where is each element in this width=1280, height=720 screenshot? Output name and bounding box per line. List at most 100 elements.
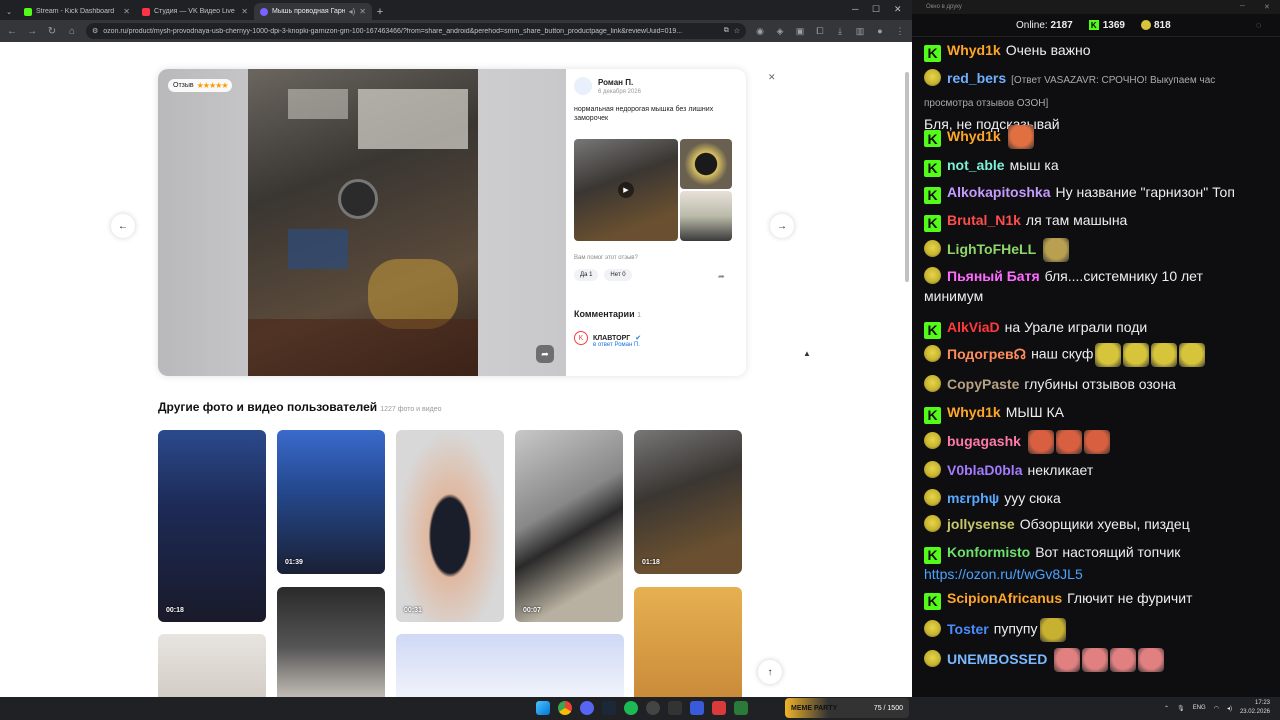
comments-count: 1 xyxy=(637,312,642,319)
meme-party-widget[interactable]: MEME PARTY 75 / 1500 xyxy=(785,698,909,718)
gallery-item[interactable]: 01:39 xyxy=(277,430,385,574)
chat-username[interactable]: Konformisto xyxy=(947,544,1030,560)
gallery-item[interactable]: 00:31 xyxy=(396,430,504,622)
play-icon[interactable]: ▶ xyxy=(618,182,634,198)
chat-username[interactable]: LighToFHeLL xyxy=(947,241,1036,257)
new-tab-icon[interactable]: + xyxy=(372,3,388,20)
minimize-icon[interactable]: ─ xyxy=(1240,3,1245,10)
download-icon[interactable]: ⤓ xyxy=(834,26,846,37)
pepe-badge-icon xyxy=(924,267,941,284)
app-icon[interactable] xyxy=(602,701,616,715)
pepe-badge-icon xyxy=(924,515,941,532)
address-bar[interactable]: ⚙ ozon.ru/product/mysh-provodnaya-usb-ch… xyxy=(86,23,746,39)
next-arrow-icon[interactable]: → xyxy=(770,214,794,238)
chat-settings-icon[interactable]: ◌ xyxy=(1256,20,1261,30)
forward-icon[interactable]: → xyxy=(26,26,38,37)
chat-username[interactable]: Whyd1k xyxy=(947,128,1001,144)
chat-username[interactable]: jollysense xyxy=(947,516,1015,532)
chat-username[interactable]: red_bers xyxy=(947,70,1006,86)
tab-search-icon[interactable]: ⌄ xyxy=(0,3,18,20)
tab-kick[interactable]: Stream - Kick Dashboard ✕ xyxy=(18,3,136,20)
close-tab-icon[interactable]: ✕ xyxy=(359,7,366,16)
tab-ozon[interactable]: Мышь проводная Гарнизон ◂) ✕ xyxy=(254,3,372,20)
language-indicator[interactable]: ENG xyxy=(1193,705,1206,711)
gallery-item[interactable]: 00:07 xyxy=(515,430,623,622)
chat-message: K Konformisto Вот настоящий топчик https://… xyxy=(924,542,1260,584)
site-info-icon[interactable]: ⚙ xyxy=(92,27,98,35)
start-icon[interactable] xyxy=(536,701,550,715)
spotify-icon[interactable] xyxy=(624,701,638,715)
online-count: Online: 2187 xyxy=(1016,19,1073,31)
close-review-icon[interactable]: ✕ xyxy=(768,72,776,83)
wifi-icon[interactable]: ◠ xyxy=(1214,705,1219,712)
review-photo[interactable]: Отзыв ★★★★★ ➦ xyxy=(158,69,566,376)
chat-username[interactable]: CopyPaste xyxy=(947,376,1019,392)
review-thumb-photo[interactable] xyxy=(680,191,732,241)
app-icon[interactable] xyxy=(734,701,748,715)
page-scrollbar[interactable] xyxy=(904,42,910,697)
tray-chevron-icon[interactable]: ⌃ xyxy=(1164,705,1169,712)
close-tab-icon[interactable]: ✕ xyxy=(123,7,130,16)
review-thumb-video[interactable]: ▶ xyxy=(574,139,678,241)
vote-yes-button[interactable]: Да 1 xyxy=(574,269,599,281)
chat-username[interactable]: not_able xyxy=(947,157,1005,173)
chat-username[interactable]: Brutal_N1k xyxy=(947,212,1021,228)
review-thumb-photo[interactable] xyxy=(680,139,732,189)
extensions-puzzle-icon[interactable]: ⧠ xyxy=(814,26,826,37)
chat-username[interactable]: Подогрев☊ xyxy=(947,346,1026,362)
pepe-badge-icon xyxy=(924,649,941,667)
app-icon[interactable] xyxy=(690,701,704,715)
chat-username[interactable]: Alkokapitoshka xyxy=(947,184,1050,200)
chat-username[interactable]: ScipionAfricanus xyxy=(947,590,1062,606)
gallery-item[interactable] xyxy=(277,587,385,697)
chat-username[interactable]: Пьяный Батя xyxy=(947,268,1040,284)
extension-icon[interactable]: ◉ xyxy=(754,26,766,37)
menu-icon[interactable]: ⋮ xyxy=(894,26,906,37)
install-icon[interactable]: ⧉ xyxy=(724,27,729,35)
app-icon[interactable] xyxy=(668,701,682,715)
chat-username[interactable]: Whyd1k xyxy=(947,404,1001,420)
volume-icon[interactable]: ◂) xyxy=(1227,705,1232,712)
gallery-item[interactable] xyxy=(396,634,624,697)
minimize-icon[interactable]: ─ xyxy=(852,4,858,14)
share-review-icon[interactable]: ➦ xyxy=(718,272,725,281)
home-icon[interactable]: ⌂ xyxy=(66,26,78,37)
chrome-icon[interactable] xyxy=(558,701,572,715)
chat-username[interactable]: UNEMBOSSED xyxy=(947,651,1047,667)
shop-name[interactable]: КЛАВТОРГ xyxy=(593,335,630,342)
chat-username[interactable]: Toster xyxy=(947,621,989,637)
app-icon[interactable] xyxy=(580,701,594,715)
chat-username[interactable]: bugagashk xyxy=(947,433,1021,449)
gallery-item[interactable] xyxy=(634,587,742,697)
extension-icon[interactable]: ◈ xyxy=(774,26,786,37)
sidebar-icon[interactable]: ▥ xyxy=(854,26,866,37)
vote-no-button[interactable]: Нет 0 xyxy=(604,269,632,281)
back-icon[interactable]: ← xyxy=(6,26,18,37)
chat-username[interactable]: V0blaD0bla xyxy=(947,462,1022,478)
close-tab-icon[interactable]: ✕ xyxy=(241,7,248,16)
close-window-icon[interactable]: ✕ xyxy=(1264,3,1270,11)
chat-link[interactable]: https://ozon.ru/t/wGv8JL5 xyxy=(924,566,1083,582)
gallery-item[interactable]: 00:18 xyxy=(158,430,266,622)
chat-username[interactable]: mεrphψ xyxy=(947,490,999,506)
app-icon[interactable] xyxy=(712,701,726,715)
gallery-item[interactable]: 01:18 xyxy=(634,430,742,574)
reload-icon[interactable]: ↻ xyxy=(46,26,58,37)
app-icon[interactable] xyxy=(646,701,660,715)
mic-icon[interactable]: 🎙 xyxy=(1177,705,1185,712)
kick-badge-icon: K xyxy=(924,214,941,232)
tab-vk[interactable]: Студия — VK Видео Live ✕ xyxy=(136,3,254,20)
prev-arrow-icon[interactable]: ← xyxy=(111,214,135,238)
chat-username[interactable]: Whyd1k xyxy=(947,42,1001,58)
profile-icon[interactable]: ● xyxy=(874,26,886,36)
audio-icon[interactable]: ◂) xyxy=(349,7,356,16)
maximize-icon[interactable]: ☐ xyxy=(872,4,880,15)
bookmark-star-icon[interactable]: ☆ xyxy=(734,27,740,35)
gallery-item[interactable] xyxy=(158,634,266,697)
chat-username[interactable]: AlkViaD xyxy=(947,319,1000,335)
share-icon[interactable]: ➦ xyxy=(536,345,554,363)
close-window-icon[interactable]: ✕ xyxy=(894,4,902,15)
clock[interactable]: 17:23 23.02.2026 xyxy=(1240,699,1270,717)
scroll-top-icon[interactable]: ↑ xyxy=(758,660,782,684)
extension-icon[interactable]: ▣ xyxy=(794,26,806,37)
